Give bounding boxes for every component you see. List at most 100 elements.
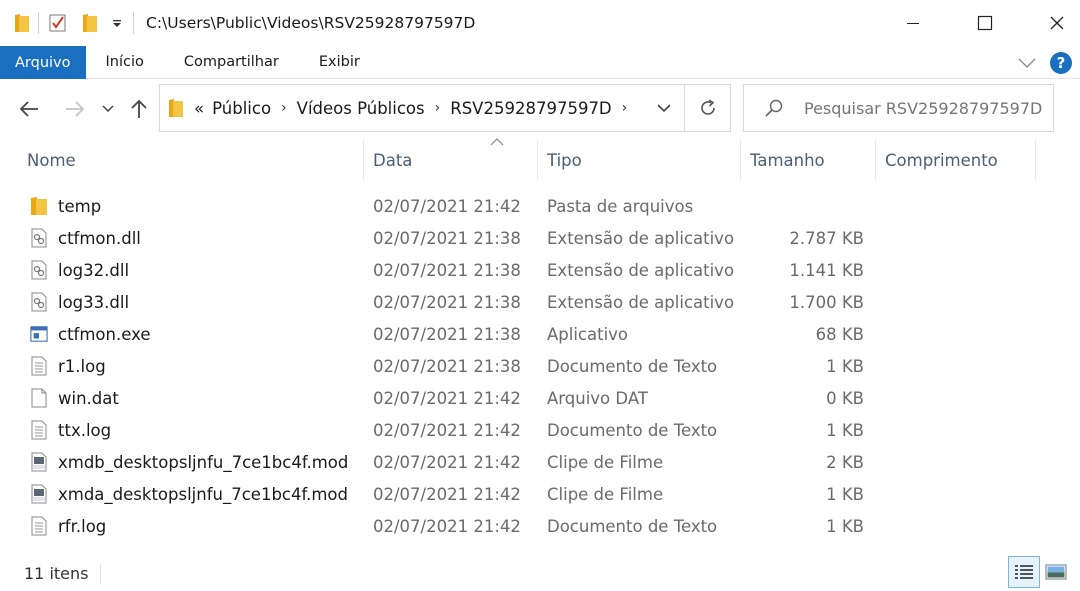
close-button[interactable]	[1034, 0, 1080, 46]
chevron-right-icon[interactable]: ›	[622, 100, 628, 116]
folder-icon	[169, 99, 183, 117]
forward-button[interactable]	[62, 96, 88, 122]
column-header-type[interactable]: Tipo	[547, 140, 582, 180]
table-row[interactable]: ctfmon.dll 02/07/2021 21:38 Extensão de …	[0, 222, 1080, 254]
file-name-cell: r1.log	[30, 350, 106, 382]
dll-file-icon	[30, 228, 48, 248]
table-row[interactable]: xmda_desktopsljnfu_7ce1bc4f.mod 02/07/20…	[0, 478, 1080, 510]
file-date: 02/07/2021 21:38	[373, 356, 521, 376]
window-controls	[890, 0, 1080, 46]
column-divider[interactable]	[875, 140, 876, 180]
expand-ribbon-icon[interactable]	[1018, 58, 1036, 68]
folder-icon	[30, 196, 48, 216]
chevron-right-icon[interactable]: ›	[281, 100, 287, 116]
file-size: 0 KB	[826, 388, 864, 408]
breadcrumb-overflow[interactable]: «	[194, 99, 204, 118]
file-size: 2 KB	[826, 452, 864, 472]
table-row[interactable]: xmdb_desktopsljnfu_7ce1bc4f.mod 02/07/20…	[0, 446, 1080, 478]
table-row[interactable]: log32.dll 02/07/2021 21:38 Extensão de a…	[0, 254, 1080, 286]
table-row[interactable]: win.dat 02/07/2021 21:42 Arquivo DAT 0 K…	[0, 382, 1080, 414]
properties-icon[interactable]	[45, 12, 71, 34]
help-icon[interactable]: ?	[1050, 51, 1072, 74]
address-bar[interactable]: « Público › Vídeos Públicos › RSV2592879…	[159, 84, 731, 132]
search-box[interactable]	[743, 84, 1054, 132]
file-name-cell: log33.dll	[30, 286, 129, 318]
back-button[interactable]	[16, 96, 42, 122]
file-type: Documento de Texto	[547, 516, 718, 536]
file-date: 02/07/2021 21:42	[373, 484, 521, 504]
breadcrumb-item-public[interactable]: Público	[212, 99, 271, 118]
file-date: 02/07/2021 21:42	[373, 516, 521, 536]
minimize-button[interactable]	[890, 0, 936, 46]
file-name: log32.dll	[58, 260, 130, 280]
table-row[interactable]: temp 02/07/2021 21:42 Pasta de arquivos	[0, 190, 1080, 222]
file-name: rfr.log	[58, 516, 107, 536]
refresh-button[interactable]	[684, 85, 730, 131]
table-row[interactable]: ctfmon.exe 02/07/2021 21:38 Aplicativo 6…	[0, 318, 1080, 350]
column-header-date[interactable]: Data	[373, 140, 412, 180]
file-name: temp	[58, 196, 102, 216]
window-title: C:\Users\Public\Videos\RSV25928797597D	[146, 14, 476, 32]
file-type: Clipe de Filme	[547, 484, 664, 504]
file-size: 1.141 KB	[789, 260, 864, 280]
file-size: 1 KB	[826, 484, 864, 504]
breadcrumb-item-public-videos[interactable]: Vídeos Públicos	[297, 99, 425, 118]
file-name: r1.log	[58, 356, 106, 376]
file-name-cell: ctfmon.dll	[30, 222, 141, 254]
column-header-size[interactable]: Tamanho	[750, 140, 825, 180]
maximize-button[interactable]	[962, 0, 1008, 46]
column-header-name[interactable]: Nome	[27, 140, 76, 180]
breadcrumb: « Público › Vídeos Públicos › RSV2592879…	[160, 85, 644, 131]
up-button[interactable]	[126, 96, 152, 122]
table-row[interactable]: log33.dll 02/07/2021 21:38 Extensão de a…	[0, 286, 1080, 318]
maximize-icon	[977, 15, 993, 31]
file-date: 02/07/2021 21:42	[373, 452, 521, 472]
file-name-cell: rfr.log	[30, 510, 106, 542]
chevron-right-icon[interactable]: ›	[435, 100, 441, 116]
minimize-icon	[907, 23, 919, 24]
tab-share[interactable]: Compartilhar	[170, 46, 293, 78]
file-type: Aplicativo	[547, 324, 629, 344]
file-name: xmda_desktopsljnfu_7ce1bc4f.mod	[58, 484, 348, 504]
file-type: Pasta de arquivos	[547, 196, 694, 216]
column-divider[interactable]	[1035, 140, 1036, 180]
file-name: ctfmon.exe	[58, 324, 151, 344]
dll-file-icon	[30, 260, 48, 280]
folder-icon[interactable]	[12, 12, 32, 34]
file-size: 2.787 KB	[789, 228, 864, 248]
table-row[interactable]: ttx.log 02/07/2021 21:42 Documento de Te…	[0, 414, 1080, 446]
close-icon	[1050, 16, 1064, 30]
blank-file-icon	[30, 388, 48, 408]
file-type: Extensão de aplicativo	[547, 260, 735, 280]
file-date: 02/07/2021 21:42	[373, 196, 521, 216]
address-dropdown-button[interactable]	[644, 85, 684, 131]
customize-toolbar-icon[interactable]	[107, 12, 127, 34]
file-name-cell: temp	[30, 190, 101, 222]
tab-home[interactable]: Início	[92, 46, 158, 78]
file-name-cell: win.dat	[30, 382, 119, 414]
table-row[interactable]: rfr.log 02/07/2021 21:42 Documento de Te…	[0, 510, 1080, 542]
file-name-cell: xmda_desktopsljnfu_7ce1bc4f.mod	[30, 478, 348, 510]
file-name: log33.dll	[58, 292, 130, 312]
column-divider[interactable]	[740, 140, 741, 180]
tab-file[interactable]: Arquivo	[0, 46, 86, 79]
large-icons-view-button[interactable]	[1040, 556, 1072, 588]
file-date: 02/07/2021 21:38	[373, 324, 521, 344]
file-type: Clipe de Filme	[547, 452, 664, 472]
file-name-cell: ctfmon.exe	[30, 318, 151, 350]
mpeg-file-icon	[30, 484, 48, 504]
file-type: Documento de Texto	[547, 420, 718, 440]
table-row[interactable]: r1.log 02/07/2021 21:38 Documento de Tex…	[0, 350, 1080, 382]
new-folder-icon[interactable]	[77, 12, 103, 34]
search-input[interactable]	[804, 98, 1044, 118]
details-view-button[interactable]	[1008, 556, 1040, 588]
file-name-cell: ttx.log	[30, 414, 111, 446]
tab-view[interactable]: Exibir	[305, 46, 374, 78]
breadcrumb-item-current-folder[interactable]: RSV25928797597D	[450, 99, 611, 118]
file-name: win.dat	[58, 388, 119, 408]
recent-locations-button[interactable]	[97, 96, 119, 122]
column-divider[interactable]	[363, 140, 364, 180]
column-header-length[interactable]: Comprimento	[885, 140, 998, 180]
arrow-up-icon	[131, 99, 147, 118]
column-divider[interactable]	[537, 140, 538, 180]
